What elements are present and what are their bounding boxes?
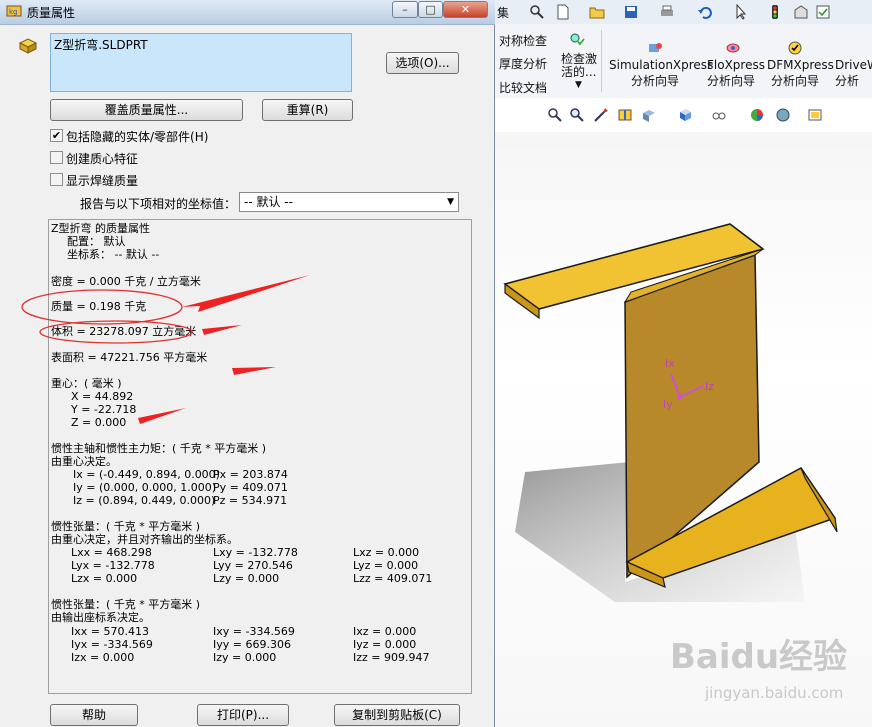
heads-up-view-toolbar <box>495 98 872 132</box>
open-folder-icon[interactable] <box>589 4 605 20</box>
dfmxpress-label-2[interactable]: 分析向导 <box>771 72 819 89</box>
menu-fragment[interactable]: 集 <box>497 4 509 21</box>
view-settings-icon[interactable] <box>807 107 823 123</box>
previous-view-icon[interactable] <box>593 107 609 123</box>
minimize-button[interactable]: – <box>392 1 418 18</box>
file-properties-icon[interactable] <box>793 4 809 20</box>
display-style-icon[interactable] <box>677 107 693 123</box>
dfmxpress-label-1[interactable]: DFMXpress <box>767 58 834 72</box>
chevron-down-icon[interactable]: ▼ <box>575 80 582 90</box>
graphics-area[interactable]: Ix Iy Iz Baidu经验 jingyan.baidu.com <box>495 132 872 727</box>
view-orientation-icon[interactable] <box>641 107 657 123</box>
compare-documents-button[interactable]: 比较文档 <box>499 79 547 96</box>
hide-show-items-icon[interactable] <box>711 107 727 123</box>
simulationxpress-label-2[interactable]: 分析向导 <box>631 72 679 89</box>
solidworks-window: 集 对称检查 厚度分析 比较文档 检查激 活的... ▼ SimulationX… <box>495 0 872 727</box>
maximize-button[interactable]: □ <box>418 1 443 18</box>
svg-text:kg: kg <box>9 8 18 16</box>
help-button[interactable]: 帮助 <box>50 704 138 726</box>
zoom-area-icon[interactable] <box>569 107 585 123</box>
print-button[interactable]: 打印(P)... <box>197 704 289 726</box>
search-icon[interactable] <box>529 4 545 20</box>
symmetry-check-button[interactable]: 对称检查 <box>499 32 547 49</box>
ribbon-divider <box>601 30 602 92</box>
edit-appearance-icon[interactable] <box>749 107 765 123</box>
new-document-icon[interactable] <box>555 4 571 20</box>
arrow-surface-icon <box>232 367 276 375</box>
arrow-mass-icon <box>182 275 310 312</box>
baidu-watermark-url: jingyan.baidu.com <box>705 684 844 702</box>
dialog-title: 质量属性 <box>27 6 76 20</box>
rebuild-traffic-light-icon[interactable] <box>767 4 783 20</box>
copy-to-clipboard-button[interactable]: 复制到剪贴板(C) <box>334 704 460 726</box>
simulationxpress-label-1[interactable]: SimulationXpress <box>609 58 713 72</box>
dialog-body: Z型折弯.SLDPRT 选项(O)... 覆盖质量属性... 重算(R) ✔ 包… <box>0 25 494 727</box>
floxpress-label-2[interactable]: 分析向导 <box>707 72 755 89</box>
thickness-analysis-button[interactable]: 厚度分析 <box>499 55 547 72</box>
select-pointer-icon[interactable] <box>733 4 749 20</box>
axis-iy-label: Iy <box>663 398 673 411</box>
red-annotations <box>21 275 310 424</box>
center-of-mass-point <box>677 394 683 400</box>
print-icon[interactable] <box>659 4 675 20</box>
options-icon[interactable] <box>815 4 831 20</box>
evaluate-ribbon: 对称检查 厚度分析 比较文档 检查激 活的... ▼ SimulationXpr… <box>495 24 872 99</box>
apply-scene-icon[interactable] <box>775 107 791 123</box>
driveworks-label-1[interactable]: DriveW <box>835 58 872 72</box>
baidu-watermark: Baidu经验 <box>670 637 848 677</box>
close-button[interactable]: ✕ <box>443 1 488 18</box>
mass-highlight-ellipse <box>21 289 183 325</box>
zoom-to-fit-icon[interactable] <box>547 107 563 123</box>
undo-icon[interactable] <box>697 4 713 20</box>
floxpress-label-1[interactable]: FloXpress <box>707 58 765 72</box>
axis-iz-label: Iz <box>705 380 715 393</box>
driveworks-label-2[interactable]: 分析 <box>835 72 859 89</box>
mass-properties-icon: kg <box>6 5 22 17</box>
floxpress-icon[interactable] <box>725 40 741 56</box>
arrow-volume-icon <box>202 325 242 335</box>
arrow-cog-icon <box>138 408 186 424</box>
section-view-icon[interactable] <box>617 107 633 123</box>
check-active-icon[interactable] <box>569 32 585 48</box>
simulationxpress-icon[interactable] <box>647 40 663 56</box>
dialog-titlebar[interactable]: kg 质量属性 – □ ✕ <box>0 0 495 25</box>
quick-access-toolbar: 集 <box>495 0 872 25</box>
check-active-label-2[interactable]: 活的... <box>561 63 596 80</box>
mass-properties-dialog: kg 质量属性 – □ ✕ Z型折弯.SLDPRT 选项(O)... 覆盖质量属… <box>0 0 495 727</box>
dfmxpress-icon[interactable] <box>787 40 803 56</box>
axis-ix-label: Ix <box>665 357 675 370</box>
save-icon[interactable] <box>623 4 639 20</box>
